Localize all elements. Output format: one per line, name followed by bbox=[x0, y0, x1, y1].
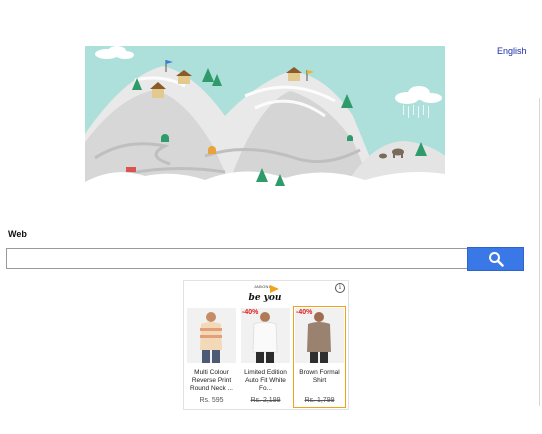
product-price: Rs. 2,199 bbox=[250, 397, 281, 404]
search-icon bbox=[488, 252, 504, 267]
product-ad[interactable]: i JABONG be you Multi Colour Reverse Pri… bbox=[183, 280, 349, 410]
product-name[interactable]: Multi Colour Reverse Print Round Neck ..… bbox=[186, 369, 237, 393]
product-card[interactable]: -40% Brown Formal Shirt Rs. 1,799 bbox=[293, 306, 346, 408]
search-button[interactable] bbox=[467, 247, 524, 271]
product-image[interactable] bbox=[241, 308, 290, 363]
product-price: Rs. 595 bbox=[199, 397, 224, 404]
info-icon[interactable]: i bbox=[335, 283, 345, 293]
brand-logo[interactable]: JABONG be you bbox=[248, 283, 282, 305]
search-input[interactable] bbox=[6, 248, 468, 269]
discount-badge: -40% bbox=[296, 309, 313, 316]
product-name[interactable]: Limited Edition Auto Fit White Fo... bbox=[240, 369, 291, 393]
mountain-illustration bbox=[85, 46, 445, 194]
discount-badge: -40% bbox=[242, 309, 259, 316]
product-card[interactable]: Multi Colour Reverse Print Round Neck ..… bbox=[186, 307, 237, 407]
product-price: Rs. 1,799 bbox=[304, 397, 335, 404]
language-link[interactable]: English bbox=[497, 46, 527, 56]
product-image[interactable] bbox=[187, 308, 236, 363]
product-name[interactable]: Brown Formal Shirt bbox=[294, 369, 345, 385]
mountain-banner bbox=[85, 46, 445, 194]
product-image[interactable] bbox=[295, 308, 344, 363]
page-divider bbox=[539, 98, 540, 406]
search-label: Web bbox=[8, 229, 27, 239]
product-card[interactable]: -40% Limited Edition Auto Fit White Fo..… bbox=[240, 307, 291, 407]
